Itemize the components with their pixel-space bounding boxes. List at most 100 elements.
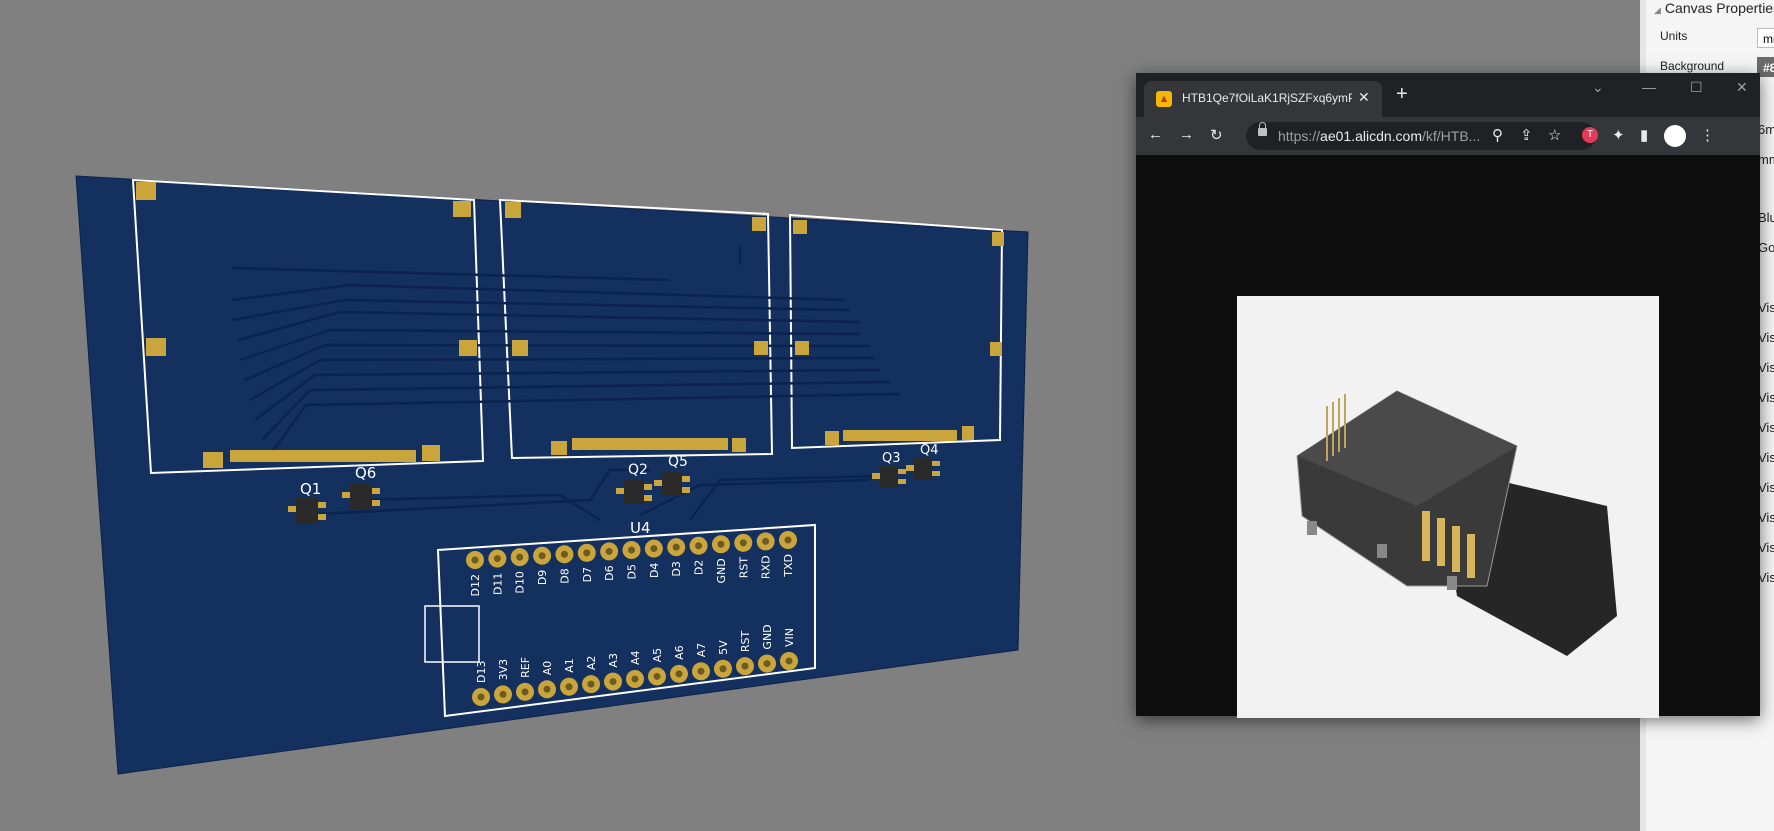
property-value-clipped[interactable]: Vis: [1758, 390, 1774, 405]
label-q4: Q4: [920, 443, 939, 458]
product-photo-sd-socket[interactable]: [1237, 296, 1659, 718]
u4-bottom-pin-label: A2: [585, 656, 598, 671]
u4-top-pin-label: RXD: [760, 555, 773, 579]
forward-icon[interactable]: →: [1179, 126, 1194, 143]
u4-top-pin-label: D3: [670, 561, 683, 576]
u4-top-pin-hole: [493, 555, 501, 563]
u4-bottom-pin-hole: [741, 662, 749, 670]
browser-tab-active[interactable]: ▲ HTB1Qe7fOiLaK1RjSZFxq6ymPFXaX ✕: [1144, 81, 1382, 117]
units-label: Units: [1660, 29, 1688, 43]
u4-top-pin-label: D10: [514, 571, 527, 593]
u4-bottom-pin-label: A4: [629, 650, 642, 665]
tab-close-icon[interactable]: ✕: [1358, 89, 1370, 106]
u4-top-pin-label: GND: [715, 558, 728, 583]
back-icon[interactable]: ←: [1148, 126, 1163, 143]
property-value-clipped[interactable]: Vis: [1758, 510, 1774, 525]
address-url[interactable]: https://ae01.alicdn.com/kf/HTB...: [1278, 128, 1480, 144]
label-q2: Q2: [628, 462, 648, 478]
u4-bottom-pin-label: A1: [563, 658, 576, 673]
property-value-clipped[interactable]: Vis: [1758, 480, 1774, 495]
u4-top-pin-hole: [538, 552, 546, 560]
menu-icon[interactable]: ⋮: [1700, 126, 1715, 144]
units-field[interactable]: mm: [1757, 28, 1774, 48]
u4-bottom-pin-hole: [697, 667, 705, 675]
property-value-clipped[interactable]: Vis: [1758, 330, 1774, 345]
canvas-properties-header[interactable]: ◢ Canvas Properties: [1654, 0, 1774, 16]
u4-bottom-pin-label: A0: [541, 661, 554, 676]
property-value-clipped[interactable]: Vis: [1758, 300, 1774, 315]
u4-top-pin-hole: [516, 553, 524, 561]
u4-top-pin-label: D2: [693, 560, 706, 575]
label-u4: U4: [630, 519, 651, 537]
u4-top-pin-label: D6: [603, 565, 616, 580]
u4-bottom-pin-label: A5: [651, 648, 664, 663]
u4-bottom-pin-label: D13: [475, 661, 488, 683]
star-icon[interactable]: ☆: [1548, 126, 1561, 144]
u4-bottom-pin-hole: [587, 680, 595, 688]
property-value-clipped[interactable]: Vis: [1758, 420, 1774, 435]
background-label: Background: [1660, 59, 1725, 73]
window-close-icon[interactable]: ✕: [1736, 79, 1748, 96]
property-value-clipped[interactable]: Blu: [1758, 210, 1774, 225]
u4-bottom-pin-label: A3: [607, 653, 620, 668]
browser-window[interactable]: ▲ HTB1Qe7fOiLaK1RjSZFxq6ymPFXaX ✕ + ⌄ — …: [1136, 73, 1760, 718]
property-value-clipped[interactable]: Vis: [1758, 360, 1774, 375]
u4-bottom-pin-hole: [631, 675, 639, 683]
u4-top-pin-hole: [739, 539, 747, 547]
property-value-clipped[interactable]: Go: [1758, 240, 1774, 255]
u4-top-pin-label: D9: [536, 570, 549, 585]
u4-top-pin-hole: [695, 542, 703, 550]
address-bar[interactable]: https://ae01.alicdn.com/kf/HTB...: [1246, 122, 1596, 150]
label-q5: Q5: [668, 454, 688, 470]
u4-bottom-pin-label: 3V3: [497, 659, 510, 681]
share-icon[interactable]: ⇪: [1520, 126, 1533, 144]
u4-top-pin-label: TXD: [782, 554, 795, 578]
u4-top-pin-hole: [471, 556, 479, 564]
collapse-triangle-icon[interactable]: ◢: [1654, 5, 1661, 15]
favicon-icon: ▲: [1156, 91, 1172, 107]
u4-top-pin-label: D8: [558, 568, 571, 583]
u4-bottom-pin-label: VIN: [783, 628, 796, 647]
u4-top-pin-hole: [784, 536, 792, 544]
u4-bottom-pin-label: A7: [695, 643, 708, 658]
image-viewer: [1136, 155, 1760, 718]
u4-bottom-pin-hole: [653, 672, 661, 680]
tab-search-icon[interactable]: ⌄: [1592, 79, 1604, 96]
profile-icon[interactable]: [1664, 125, 1686, 147]
label-q6: Q6: [355, 464, 376, 482]
browser-titlebar[interactable]: ▲ HTB1Qe7fOiLaK1RjSZFxq6ymPFXaX ✕ + ⌄ — …: [1136, 73, 1760, 117]
property-value-clipped[interactable]: Vis: [1758, 570, 1774, 585]
u4-bottom-pin-hole: [543, 685, 551, 693]
reload-icon[interactable]: ↻: [1210, 126, 1223, 144]
u4-top-pin-label: D5: [626, 564, 639, 579]
u4-top-pin-hole: [762, 537, 770, 545]
u4-bottom-pin-hole: [565, 683, 573, 691]
extension-icon[interactable]: T: [1582, 127, 1598, 143]
u4-top-pin-label: D4: [648, 563, 661, 578]
u4-bottom-pin-hole: [785, 657, 793, 665]
label-q1: Q1: [300, 480, 321, 498]
u4-top-pin-label: D7: [581, 567, 594, 582]
lock-icon[interactable]: [1258, 122, 1267, 136]
u4-bottom-pin-hole: [477, 693, 485, 701]
property-value-clipped[interactable]: Vis: [1758, 450, 1774, 465]
property-value-clipped[interactable]: Vis: [1758, 540, 1774, 555]
label-q3: Q3: [882, 451, 901, 466]
u4-top-pin-label: D11: [491, 573, 504, 595]
sidepanel-icon[interactable]: ▮: [1640, 126, 1648, 144]
maximize-icon[interactable]: ☐: [1690, 79, 1703, 96]
zoom-icon[interactable]: ⚲: [1492, 126, 1503, 144]
u4-top-pin-hole: [650, 545, 658, 553]
u4-bottom-pin-hole: [763, 660, 771, 668]
u4-bottom-pin-label: 5V: [717, 640, 730, 655]
minimize-icon[interactable]: —: [1642, 79, 1656, 95]
property-value-clipped[interactable]: mm: [1758, 152, 1774, 167]
new-tab-button[interactable]: +: [1396, 83, 1408, 106]
u4-bottom-pin-hole: [499, 690, 507, 698]
browser-toolbar: ← → ↻ https://ae01.alicdn.com/kf/HTB... …: [1136, 117, 1760, 155]
puzzle-icon[interactable]: ✦: [1612, 126, 1625, 144]
property-value-clipped[interactable]: 6m: [1758, 122, 1774, 137]
u4-top-pin-hole: [605, 547, 613, 555]
u4-bottom-pin-hole: [609, 678, 617, 686]
u4-top-pin-label: RST: [737, 557, 750, 579]
